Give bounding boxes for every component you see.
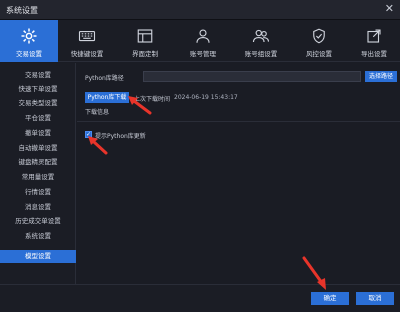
- tab-label: 风控设置: [306, 50, 332, 58]
- cancel-button[interactable]: 取消: [356, 292, 394, 305]
- python-path-input[interactable]: [143, 71, 361, 82]
- tab-export-settings[interactable]: 导出设置: [348, 20, 400, 62]
- sidebar-item-quick-order[interactable]: 快速下单设置: [0, 83, 76, 96]
- sidebar-item-message[interactable]: 消息设置: [0, 201, 76, 214]
- sidebar-item-keyboard-wizard[interactable]: 键盘精灵配置: [0, 156, 76, 169]
- user-icon: [196, 29, 210, 43]
- sidebar-item-market[interactable]: 行情设置: [0, 186, 76, 199]
- window-title: 系统设置: [6, 6, 38, 15]
- sidebar-item-model[interactable]: 模型设置: [0, 250, 76, 263]
- tab-account-group[interactable]: 账号组设置: [232, 20, 290, 62]
- tab-risk-control[interactable]: 风控设置: [290, 20, 348, 62]
- sidebar-item-auto-cancel[interactable]: 自动撤单设置: [0, 142, 76, 155]
- prompt-update-checkbox[interactable]: ✓: [85, 131, 92, 138]
- settings-toolbar: 交易设置 快捷键设置 界面定制 账号管理 账号组设置 风控设置 导出设置: [0, 20, 400, 62]
- sidebar-item-common-volume[interactable]: 常用量设置: [0, 171, 76, 184]
- dialog-footer: 确定 取消: [0, 284, 400, 312]
- close-icon[interactable]: ✕: [385, 3, 394, 15]
- python-path-label: Python库路径: [85, 75, 124, 82]
- python-download-button[interactable]: Python库下载: [85, 92, 129, 103]
- sidebar-item-history-fills[interactable]: 历史成交单设置: [0, 215, 76, 228]
- tab-label: 账号管理: [190, 50, 216, 58]
- gear-icon: [21, 28, 37, 44]
- tab-label: 交易设置: [16, 50, 42, 58]
- last-download-time: 2024-06-19 15:43:17: [174, 94, 238, 101]
- tab-label: 界面定制: [132, 50, 158, 58]
- download-info-label: 下载信息: [85, 109, 110, 116]
- user-group-icon: [252, 29, 270, 43]
- tab-hotkey-settings[interactable]: 快捷键设置: [58, 20, 116, 62]
- tab-label: 导出设置: [361, 50, 387, 58]
- sidebar-item-close-position[interactable]: 平仓设置: [0, 112, 76, 125]
- sidebar-item-trade[interactable]: 交易设置: [0, 69, 76, 82]
- sidebar-item-trade-type[interactable]: 交易类型设置: [0, 97, 76, 110]
- select-path-button[interactable]: 选择路径: [365, 71, 397, 82]
- ok-button[interactable]: 确定: [311, 292, 349, 305]
- tab-account-manage[interactable]: 账号管理: [174, 20, 232, 62]
- keyboard-icon: [78, 30, 96, 42]
- tab-layout-custom[interactable]: 界面定制: [116, 20, 174, 62]
- title-bar: 系统设置 ✕: [0, 0, 400, 20]
- prompt-update-label: 提示Python库更新: [95, 133, 146, 140]
- export-icon: [367, 29, 381, 43]
- tab-label: 账号组设置: [244, 50, 278, 58]
- tab-label: 快捷键设置: [70, 50, 104, 58]
- tab-trade-settings[interactable]: 交易设置: [0, 20, 58, 62]
- layout-icon: [137, 29, 153, 43]
- model-settings-panel: Python库路径 选择路径 Python库下载 上次下载时间 2024-06-…: [77, 63, 400, 284]
- sidebar-item-system[interactable]: 系统设置: [0, 230, 76, 243]
- sidebar-item-cancel-order[interactable]: 撤单设置: [0, 127, 76, 140]
- shield-icon: [313, 28, 325, 44]
- section-divider: [77, 121, 400, 122]
- settings-sidebar: 交易设置 快速下单设置 交易类型设置 平仓设置 撤单设置 自动撤单设置 键盘精灵…: [0, 63, 76, 284]
- last-download-label: 上次下载时间: [134, 96, 171, 103]
